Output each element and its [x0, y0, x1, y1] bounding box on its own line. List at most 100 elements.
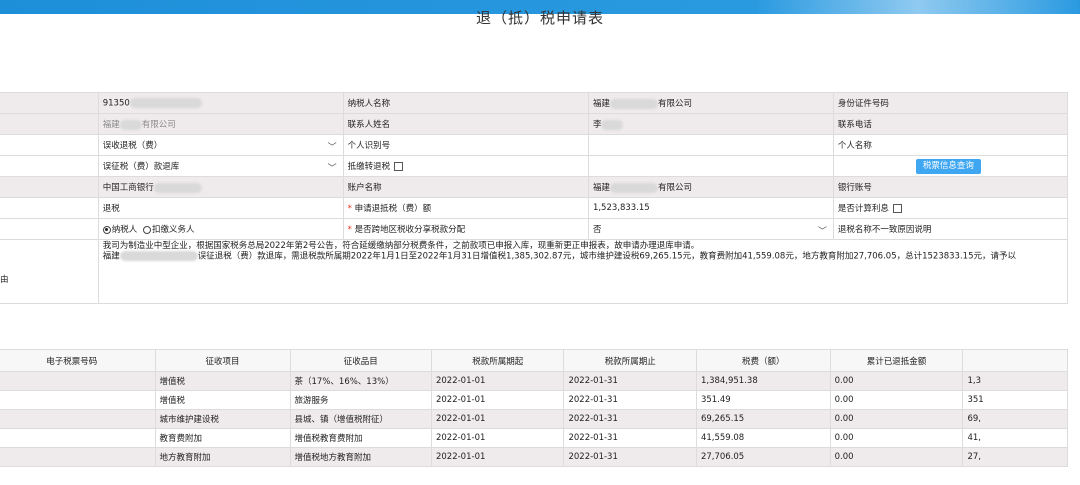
personal-id-input[interactable] [587, 134, 834, 156]
table-cell: 2022-01-31 [563, 409, 697, 429]
refund-amount-label: * 申请退抵税（费）额 [342, 197, 589, 219]
page-title: 退（抵）税申请表 [475, 9, 604, 27]
table-cell: 2022-01-31 [563, 447, 697, 467]
form-row: 误征税（费）款退库 ﹀ 抵缴转退税 税票信息查询 [0, 155, 1069, 177]
table-cell: 0.00 [829, 428, 964, 448]
cross-region-label: * 是否跨地区税收分享税款分配 [342, 218, 589, 240]
chevron-down-icon: ﹀ [817, 227, 827, 237]
table-row[interactable]: 地方教育附加 增值税地方教育附加 2022-01-01 2022-01-31 2… [0, 447, 1068, 467]
table-cell [0, 447, 156, 467]
phone-label: 联系电话 [832, 113, 1069, 135]
interest-checkbox[interactable] [892, 204, 902, 213]
table-cell: 27,706.05 [695, 447, 831, 467]
refund-method-select[interactable]: 误征税（费）款退库 ﹀ [97, 155, 344, 177]
offset-refund-checkbox[interactable] [394, 162, 404, 171]
contact-name-label: 联系人姓名 [342, 113, 589, 135]
chevron-down-icon: ﹀ [327, 143, 337, 153]
cross-region-select[interactable]: 否 ﹀ [587, 218, 834, 240]
table-row[interactable]: 增值税 茶（17%、16%、13%） 2022-01-01 2022-01-31… [0, 371, 1068, 391]
taxpayer-name-label: 纳税人名称 [342, 92, 589, 114]
table-cell: 茶（17%、16%、13%） [289, 371, 432, 391]
column-header: 税款所属期止 [563, 349, 697, 372]
taxpayer-name-value: 福建 有限公司 [587, 92, 834, 114]
table-cell: 城市维护建设税 [154, 409, 291, 429]
column-header: 税款所属期起 [430, 349, 565, 372]
offset-refund-field: 抵缴转退税 [342, 155, 589, 177]
column-header: 征收项目 [154, 349, 291, 372]
taxpayer-id-field[interactable]: 91350 [97, 92, 344, 114]
table-cell [0, 409, 156, 429]
column-header [962, 349, 1068, 372]
personal-name-label: 个人名称 [832, 134, 1069, 156]
table-cell: 351.49 [695, 390, 831, 410]
personal-id-label: 个人识别号 [342, 134, 589, 156]
table-cell [0, 390, 156, 410]
table-cell: 旅游服务 [289, 390, 432, 410]
table-cell: 2022-01-01 [430, 409, 565, 429]
table-cell: 增值税地方教育附加 [289, 447, 432, 467]
form-row: 退税 * 申请退抵税（费）额 1,523,833.15 是否计算利息 [0, 197, 1069, 219]
table-cell: 1,384,951.38 [695, 371, 831, 391]
column-header: 累计已退抵金额 [829, 349, 964, 372]
column-header: 征收品目 [289, 349, 432, 372]
table-row[interactable]: 城市维护建设税 县城、镇（增值税附征） 2022-01-01 2022-01-3… [0, 409, 1068, 429]
form-row: 我司为制造业中型企业，根据国家税务总局2022年第2号公告，符合延缓缴纳部分税费… [0, 239, 1069, 304]
bank-name-field[interactable]: 中国工商银行 [97, 176, 344, 198]
table-cell: 2022-01-01 [430, 371, 565, 391]
name-mismatch-label: 退税名称不一致原因说明 [832, 218, 1069, 240]
table-cell: 27, [962, 447, 1068, 467]
form-row: 中国工商银行 账户名称 福建 有限公司 银行账号 [0, 176, 1069, 198]
table-cell: 增值税 [154, 390, 291, 410]
table-cell [0, 428, 156, 448]
form-row: 福建 有限公司 联系人姓名 李 联系电话 [0, 113, 1069, 135]
table-cell: 2022-01-01 [430, 428, 565, 448]
table-cell: 0.00 [829, 390, 964, 410]
id-number-label: 身份证件号码 [832, 92, 1069, 114]
table-cell: 增值税 [154, 371, 291, 391]
table-cell [0, 371, 156, 391]
table-cell: 0.00 [829, 447, 964, 467]
tax-ticket-query-button[interactable]: 税票信息查询 [915, 158, 981, 174]
refund-reason-textarea[interactable]: 我司为制造业中型企业，根据国家税务总局2022年第2号公告，符合延缓缴纳部分税费… [97, 239, 1069, 304]
interest-field: 是否计算利息 [832, 197, 1069, 219]
table-row[interactable]: 教育费附加 增值税教育费附加 2022-01-01 2022-01-31 41,… [0, 428, 1068, 448]
form-row: 误收退税（费） ﹀ 个人识别号 个人名称 [0, 134, 1069, 156]
refund-type-select[interactable]: 误收退税（费） ﹀ [97, 134, 344, 156]
table-row[interactable]: 增值税 旅游服务 2022-01-01 2022-01-31 351.49 0.… [0, 390, 1068, 410]
refund-kind-field: 退税 [97, 197, 344, 219]
table-header-row: 电子税票号码 征收项目 征收品目 税款所属期起 税款所属期止 税费（额） 累计已… [0, 349, 1068, 372]
table-cell: 2022-01-31 [563, 390, 697, 410]
chevron-down-icon: ﹀ [327, 164, 337, 174]
form-row: 91350 纳税人名称 福建 有限公司 身份证件号码 [0, 92, 1069, 114]
redacted-mask [609, 182, 658, 193]
table-cell: 0.00 [829, 409, 964, 429]
table-cell: 县城、镇（增值税附征） [289, 409, 432, 429]
table-cell: 0.00 [829, 371, 964, 391]
bank-account-label: 银行账号 [832, 176, 1069, 198]
redacted-mask [601, 119, 624, 130]
table-cell: 2022-01-01 [430, 447, 565, 467]
company-name-field[interactable]: 福建 有限公司 [97, 113, 344, 135]
redacted-mask [609, 98, 658, 109]
column-header: 税费（额） [695, 349, 831, 372]
contact-name-value[interactable]: 李 [587, 113, 834, 135]
reason-label: 由 [0, 275, 9, 285]
redacted-mask [153, 182, 202, 193]
radio-taxpayer[interactable] [102, 225, 111, 234]
table-cell: 增值税教育费附加 [289, 428, 432, 448]
table-cell: 2022-01-01 [430, 390, 565, 410]
table-cell: 教育费附加 [154, 428, 291, 448]
column-header: 电子税票号码 [0, 349, 156, 372]
refund-amount-input[interactable]: 1,523,833.15 [587, 197, 834, 219]
radio-withholder[interactable] [142, 225, 151, 234]
table-cell: 地方教育附加 [154, 447, 291, 467]
table-cell: 69, [962, 409, 1068, 429]
table-cell: 41, [962, 428, 1068, 448]
form-row: 纳税人 扣缴义务人 * 是否跨地区税收分享税款分配 否 ﹀ 退税名称不一致原因说明 [0, 218, 1069, 240]
table-cell: 69,265.15 [695, 409, 831, 429]
account-name-label: 账户名称 [342, 176, 589, 198]
table-cell: 351 [962, 390, 1068, 410]
applicant-type-radio-group: 纳税人 扣缴义务人 [97, 218, 344, 240]
tax-detail-table: 电子税票号码 征收项目 征收品目 税款所属期起 税款所属期止 税费（额） 累计已… [0, 349, 1068, 467]
redacted-mask [129, 97, 202, 108]
